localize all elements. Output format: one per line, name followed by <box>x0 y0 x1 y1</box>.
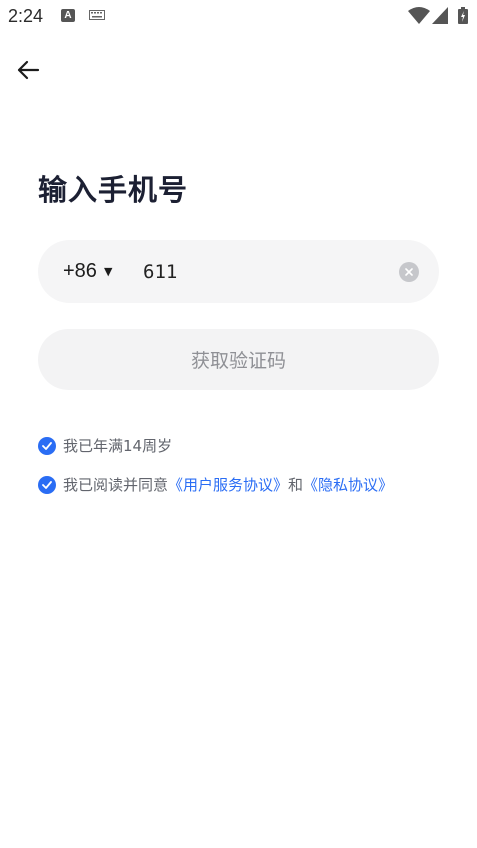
terms-agree-row: 我已阅读并同意 《用户服务协议》 和 《隐私协议》 <box>38 474 393 495</box>
terms-checkbox[interactable] <box>38 475 56 494</box>
age-confirm-label: 我已年满14周岁 <box>63 437 173 455</box>
status-time: 2:24 <box>8 6 44 26</box>
user-agreement-link[interactable]: 《用户服务协议》 <box>168 474 288 495</box>
page-title: 输入手机号 <box>38 173 189 207</box>
back-button[interactable] <box>12 55 44 85</box>
country-code-selector[interactable]: +86 ▼ <box>63 240 112 303</box>
clear-input-button[interactable] <box>399 262 419 282</box>
age-checkbox[interactable] <box>38 436 56 455</box>
phone-number-input[interactable] <box>143 254 383 290</box>
phone-input-row: +86 ▼ <box>38 240 439 303</box>
age-confirm-row: 我已年满14周岁 <box>38 435 172 456</box>
arrow-left-icon <box>17 60 40 80</box>
privacy-policy-link[interactable]: 《隐私协议》 <box>303 474 393 495</box>
cell-signal-icon <box>432 7 448 24</box>
close-icon <box>405 268 413 276</box>
check-icon <box>42 480 52 489</box>
wifi-icon <box>408 7 430 24</box>
dropdown-triangle-icon: ▼ <box>103 265 113 278</box>
check-icon <box>42 441 52 450</box>
status-bar: 2:24 A <box>0 0 477 32</box>
and-label: 和 <box>288 476 304 494</box>
country-code: +86 <box>63 260 97 282</box>
terms-prefix-label: 我已阅读并同意 <box>63 476 169 494</box>
keyboard-icon <box>89 10 105 20</box>
get-verification-code-button[interactable]: 获取验证码 <box>38 329 439 390</box>
notification-a-icon: A <box>61 9 75 22</box>
battery-icon <box>458 7 468 24</box>
